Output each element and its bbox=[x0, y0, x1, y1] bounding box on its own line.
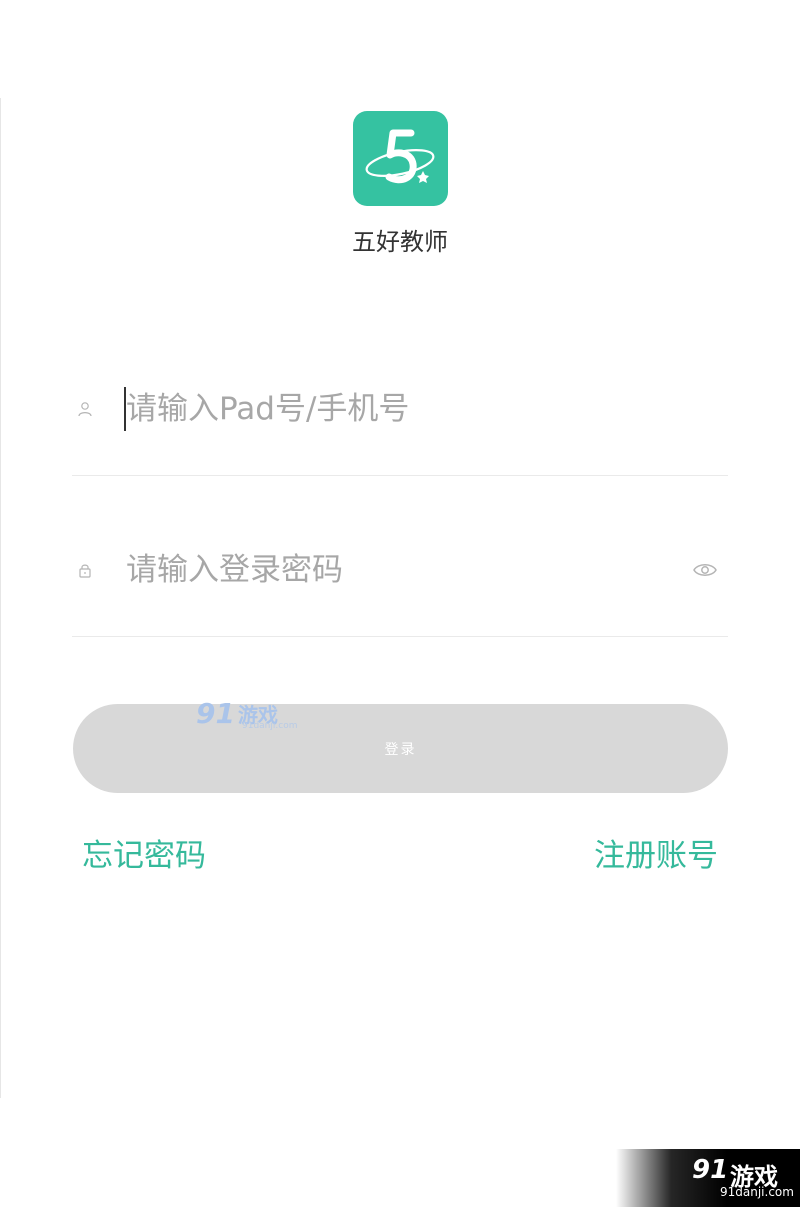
password-input[interactable] bbox=[126, 540, 690, 600]
forgot-password-link[interactable]: 忘记密码 bbox=[82, 830, 206, 875]
login-button[interactable]: 登录 bbox=[73, 704, 728, 793]
password-divider bbox=[72, 636, 728, 637]
eye-icon[interactable] bbox=[690, 558, 720, 582]
lock-icon bbox=[72, 557, 98, 583]
watermark-corner-number: 91 bbox=[692, 1155, 729, 1185]
account-field[interactable] bbox=[72, 374, 728, 444]
watermark-url: 91danji.com bbox=[242, 721, 298, 731]
watermark-corner: 91 游戏 91danji.com bbox=[616, 1149, 800, 1207]
password-field[interactable] bbox=[72, 535, 728, 605]
register-account-link[interactable]: 注册账号 bbox=[594, 830, 718, 875]
text-cursor bbox=[124, 387, 126, 431]
app-logo bbox=[353, 111, 448, 206]
account-divider bbox=[72, 475, 728, 476]
account-input[interactable] bbox=[126, 379, 728, 439]
app-name: 五好教师 bbox=[352, 228, 448, 256]
watermark-corner-url: 91danji.com bbox=[720, 1185, 794, 1199]
watermark-center: 91 游戏 91danji.com bbox=[196, 697, 297, 733]
watermark-number: 91 bbox=[196, 697, 235, 730]
logo-five-mark-icon bbox=[365, 129, 435, 184]
user-icon bbox=[72, 396, 98, 422]
